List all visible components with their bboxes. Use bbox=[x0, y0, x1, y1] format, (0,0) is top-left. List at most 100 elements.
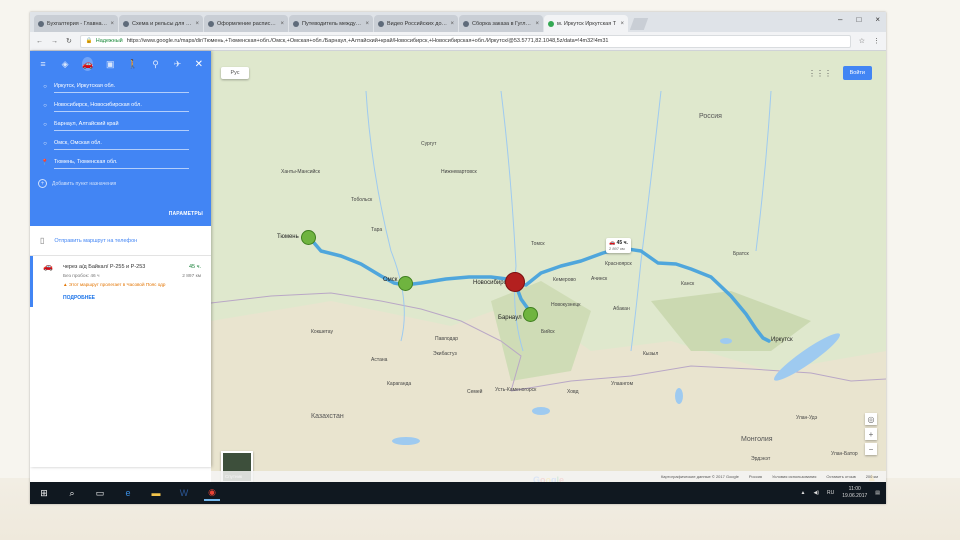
file-explorer-icon[interactable]: ▬ bbox=[148, 485, 164, 501]
stop-field[interactable]: ○ Омск, Омская обл. bbox=[38, 134, 203, 153]
language-indicator[interactable]: RU bbox=[827, 490, 834, 496]
star-icon[interactable]: ☆ bbox=[859, 37, 865, 45]
location-icon[interactable]: ◎ bbox=[865, 413, 877, 425]
route-traffic: Без пробок: 46 ч bbox=[63, 274, 100, 279]
directions-panel: ≡ ◈ 🚗 ▣ 🚶 ⚲ ✈ ✕ ○ Иркутск, Иркутская обл.… bbox=[30, 51, 211, 467]
word-icon[interactable]: W bbox=[176, 485, 192, 501]
system-tray: ▲ ◀) RU 11:00 19.06.2017 ▤ bbox=[801, 486, 886, 500]
browser-tab[interactable]: Видео Российских дорог × bbox=[374, 15, 458, 32]
add-destination-button[interactable]: + Добавить пункт назначения bbox=[38, 179, 116, 188]
network-icon[interactable]: ▲ bbox=[801, 490, 806, 496]
place-search-input[interactable]: Рус bbox=[221, 67, 249, 79]
label-nizhnevartovsk: Нижневартовск bbox=[441, 169, 477, 175]
walk-icon[interactable]: 🚶 bbox=[127, 57, 138, 71]
close-icon[interactable]: × bbox=[110, 21, 114, 27]
stop-field[interactable]: ○ Иркутск, Иркутская обл. bbox=[38, 77, 203, 96]
waypoint-marker-barnaul[interactable] bbox=[523, 307, 538, 322]
close-icon[interactable]: ✕ bbox=[195, 59, 203, 70]
circle-icon: ○ bbox=[43, 83, 47, 90]
route-header: 🚗 через а/д Байкал/ Р-255 и Р-253 45 ч. bbox=[43, 262, 201, 271]
lake-zaysan bbox=[532, 407, 550, 415]
transit-icon[interactable]: ▣ bbox=[105, 57, 115, 71]
label-ust-kamenogorsk: Усть-Каменогорск bbox=[495, 387, 537, 393]
details-link[interactable]: ПОДРОБНЕЕ bbox=[63, 295, 201, 301]
url-input[interactable]: 🔒 Надежный https://www.google.ru/maps/di… bbox=[79, 34, 851, 48]
close-icon[interactable]: × bbox=[195, 21, 199, 27]
waypoint-marker-novosibirsk[interactable] bbox=[505, 272, 525, 292]
zoom-in-button[interactable]: + bbox=[865, 428, 877, 440]
map-canvas[interactable]: Рус ⋮⋮⋮ Войти Россия Казахстан Монголия … bbox=[211, 51, 886, 485]
close-icon[interactable]: × bbox=[365, 21, 369, 27]
menu-dots-icon[interactable]: ⋮ bbox=[873, 37, 880, 45]
chrome-icon[interactable]: ◉ bbox=[204, 485, 220, 501]
windows-start-icon[interactable]: ⊞ bbox=[36, 485, 52, 501]
route-stops: ○ Иркутск, Иркутская обл. ○ Новосибирск, Н… bbox=[38, 77, 203, 172]
circle-icon: ○ bbox=[43, 121, 47, 128]
notifications-icon[interactable]: ▤ bbox=[875, 490, 880, 496]
browser-tab[interactable]: Путеводитель междунар × bbox=[289, 15, 373, 32]
browser-tab[interactable]: Бухгалтерия - Главная и Поиск× bbox=[34, 15, 118, 32]
task-view-icon[interactable]: ▭ bbox=[92, 485, 108, 501]
travel-modes: ≡ ◈ 🚗 ▣ 🚶 ⚲ ✈ ✕ bbox=[38, 57, 203, 71]
params-button[interactable]: ПАРАМЕТРЫ bbox=[169, 211, 203, 217]
label-ulan-ude: Улан-Удэ bbox=[796, 415, 818, 421]
close-icon[interactable]: × bbox=[535, 21, 539, 27]
search-icon[interactable]: ⌕ bbox=[64, 485, 80, 501]
close-icon[interactable]: × bbox=[280, 21, 284, 27]
volume-icon[interactable]: ◀) bbox=[813, 490, 819, 496]
menu-icon[interactable]: ≡ bbox=[38, 57, 48, 71]
new-tab-button[interactable] bbox=[629, 18, 649, 30]
edge-icon[interactable]: e bbox=[120, 485, 136, 501]
reservoir bbox=[720, 338, 732, 344]
browser-tab[interactable]: Сборка заказа в Гуглах и Ве× bbox=[459, 15, 543, 32]
label-kizil: Кызыл bbox=[643, 351, 659, 357]
plus-icon: + bbox=[38, 179, 47, 188]
stop-field[interactable]: 📍 Тюмень, Тюменская обл. bbox=[38, 153, 203, 172]
favicon-icon bbox=[208, 20, 214, 27]
reload-icon[interactable]: ↻ bbox=[66, 37, 72, 45]
apps-grid-icon[interactable]: ⋮⋮⋮ bbox=[808, 69, 832, 78]
route-duration-box[interactable]: 🚗 45 ч. 2 897 км bbox=[606, 238, 631, 253]
minimize-icon[interactable]: – bbox=[838, 15, 842, 24]
favicon-icon bbox=[123, 20, 129, 27]
circle-icon: ○ bbox=[43, 140, 47, 147]
back-icon[interactable]: ← bbox=[36, 38, 43, 45]
favicon-icon bbox=[38, 20, 44, 27]
address-bar: ← → ↻ 🔒 Надежный https://www.google.ru/m… bbox=[30, 32, 886, 51]
label-novosibirsk: Новосибирск bbox=[473, 280, 510, 286]
label-achinsk: Ачинск bbox=[591, 276, 608, 282]
waypoint-marker-omsk[interactable] bbox=[398, 276, 413, 291]
clock[interactable]: 11:00 19.06.2017 bbox=[842, 486, 867, 500]
favicon-icon bbox=[378, 20, 384, 27]
stop-field[interactable]: ○ Новосибирск, Новосибирская обл. bbox=[38, 96, 203, 115]
waypoint-marker-tyumen[interactable] bbox=[301, 230, 316, 245]
forward-icon[interactable]: → bbox=[51, 38, 58, 45]
close-window-icon[interactable]: × bbox=[875, 15, 880, 24]
flight-icon[interactable]: ✈ bbox=[173, 57, 183, 71]
label-irkutsk: Иркутск bbox=[771, 337, 793, 343]
send-to-phone-button[interactable]: ▯ Отправить маршрут на телефон bbox=[30, 226, 211, 256]
signin-button[interactable]: Войти bbox=[842, 66, 872, 80]
car-icon: 🚗 bbox=[43, 262, 53, 271]
taskbar: ⊞ ⌕ ▭ e ▬ W ◉ ▲ ◀) RU 11:00 19.06.2017 ▤ bbox=[30, 482, 886, 504]
close-icon[interactable]: × bbox=[620, 21, 624, 27]
stop-field[interactable]: ○ Барнаул, Алтайский край bbox=[38, 115, 203, 134]
url-text: https://www.google.ru/maps/dir/Тюмень,+Т… bbox=[126, 38, 609, 44]
best-route-icon[interactable]: ◈ bbox=[60, 57, 70, 71]
bike-icon[interactable]: ⚲ bbox=[151, 57, 161, 71]
browser-tab[interactable]: Схема и рельсы для прокладки× bbox=[119, 15, 203, 32]
label-kemerovo: Кемерово bbox=[553, 277, 576, 283]
route-distance: 2 897 км bbox=[182, 274, 201, 279]
directions-header: ≡ ◈ 🚗 ▣ 🚶 ⚲ ✈ ✕ ○ Иркутск, Иркутская обл.… bbox=[30, 51, 211, 226]
browser-tab[interactable]: Оформление расписания × bbox=[204, 15, 288, 32]
maximize-icon[interactable]: □ bbox=[856, 15, 861, 24]
car-icon[interactable]: 🚗 bbox=[82, 57, 94, 71]
zoom-out-button[interactable]: − bbox=[865, 443, 877, 455]
route-option[interactable]: 🚗 через а/д Байкал/ Р-255 и Р-253 45 ч. … bbox=[30, 256, 211, 307]
label-karaganda: Караганда bbox=[387, 381, 412, 387]
route-time: 45 ч. bbox=[188, 263, 201, 270]
label-kokshetau: Кокшетау bbox=[311, 329, 333, 335]
close-icon[interactable]: × bbox=[450, 21, 454, 27]
lake-balkhash bbox=[392, 437, 420, 445]
browser-tab-active[interactable]: м. Иркутск Иркутская Т × bbox=[544, 15, 628, 32]
